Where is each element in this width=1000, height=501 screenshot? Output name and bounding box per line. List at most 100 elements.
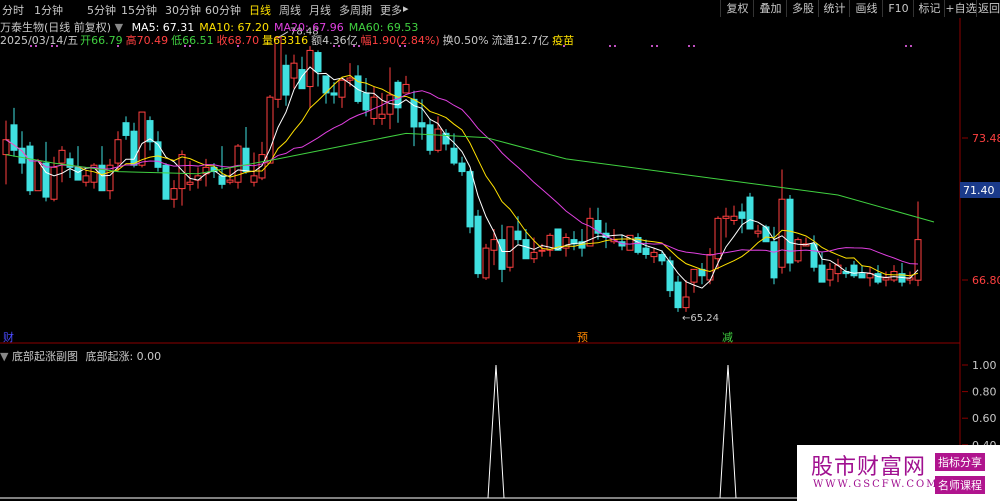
candle-body xyxy=(418,122,426,128)
indicator-value: 底部起涨: 0.00 xyxy=(85,350,162,363)
candle-body xyxy=(738,211,746,219)
candle-body xyxy=(490,239,498,251)
candle-body xyxy=(114,139,122,164)
more-arrow-icon[interactable]: ▸ xyxy=(403,2,409,15)
toolbar-button[interactable]: +自选 xyxy=(944,0,977,17)
candle-body xyxy=(642,247,650,255)
price-axis-label: 66.80 xyxy=(972,274,1000,287)
candle-body xyxy=(314,52,322,73)
candle-body xyxy=(722,215,730,219)
quote-field: 疫苗 xyxy=(552,34,575,47)
candle-body xyxy=(690,268,698,283)
period-tab[interactable]: 分时 xyxy=(2,2,24,18)
event-dot xyxy=(905,45,907,47)
candle-body xyxy=(482,247,490,279)
candle-body xyxy=(386,94,394,115)
quote-field: 低66.51 xyxy=(171,34,214,47)
candle-body xyxy=(450,147,458,164)
watermark-url: WWW.GSCFW.COM xyxy=(813,479,939,490)
watermark-title: 股市财富网 xyxy=(811,455,927,480)
toolbar-button[interactable]: 复权 xyxy=(720,0,754,17)
candle-body xyxy=(218,175,226,185)
period-tab[interactable]: 多周期 xyxy=(339,2,372,18)
event-dot xyxy=(910,45,912,47)
candle-body xyxy=(818,264,826,283)
candle-body xyxy=(474,215,482,275)
candle-body xyxy=(82,175,90,183)
event-dot xyxy=(651,45,653,47)
candle-body xyxy=(138,111,146,166)
candle-body xyxy=(346,77,354,81)
quote-field: 收68.70 xyxy=(216,34,260,47)
candle-body xyxy=(50,166,58,200)
event-marker: 财 xyxy=(3,330,14,344)
low-label: ←65.24 xyxy=(682,313,719,324)
candle-body xyxy=(834,264,842,275)
candle-body xyxy=(338,79,346,98)
quote-field: 高70.49 xyxy=(125,34,169,47)
candle-body xyxy=(658,253,666,262)
candle-body xyxy=(530,251,538,260)
quote-field: 开66.79 xyxy=(80,34,123,47)
candle-body xyxy=(74,166,82,181)
candle-body xyxy=(242,147,250,173)
event-dot xyxy=(609,45,611,47)
candle-body xyxy=(34,160,42,192)
candle-body xyxy=(674,281,682,309)
candle-body xyxy=(650,251,658,258)
candle-body xyxy=(730,215,738,221)
kline-chart[interactable]: 73.4871.4066.8078.48←65.24财预减1.000.800.6… xyxy=(0,18,1000,501)
toolbar-button[interactable]: 多股 xyxy=(786,0,819,17)
watermark-tag-1: 指标分享 xyxy=(935,453,985,471)
candle-body xyxy=(826,268,834,281)
candle-body xyxy=(42,162,50,198)
period-tab[interactable]: 1分钟 xyxy=(34,2,63,18)
quote-field: 2025/03/14/五 xyxy=(0,34,79,47)
indicator-axis-label: 0.80 xyxy=(972,386,997,399)
collapse-icon[interactable]: ▼ xyxy=(0,350,8,363)
candle-body xyxy=(378,113,386,119)
candle-body xyxy=(186,181,194,185)
period-tab[interactable]: 5分钟 xyxy=(87,2,116,18)
quote-info: 2025/03/14/五 开66.79 高70.49 低66.51 收68.70 量633… xyxy=(0,32,577,48)
event-marker: 预 xyxy=(577,331,588,344)
toolbar-button[interactable]: F10 xyxy=(882,0,914,17)
candle-body xyxy=(434,128,442,151)
period-tab[interactable]: 日线 xyxy=(249,2,271,18)
price-axis-label: 71.40 xyxy=(963,184,995,197)
candle-body xyxy=(258,154,266,179)
candle-body xyxy=(458,162,466,173)
period-tab[interactable]: 30分钟 xyxy=(165,2,201,18)
toolbar-button[interactable]: 统计 xyxy=(818,0,850,17)
quote-field: 幅1.90(2.84%) xyxy=(360,34,440,47)
period-tab[interactable]: 60分钟 xyxy=(205,2,241,18)
period-tab[interactable]: 周线 xyxy=(279,2,301,18)
candle-body xyxy=(250,175,258,183)
toolbar-button[interactable]: 返回 xyxy=(976,0,1000,17)
candle-body xyxy=(506,226,514,268)
candle-body xyxy=(234,145,242,183)
candle-body xyxy=(362,92,370,111)
candle-body xyxy=(58,149,66,164)
candle-body xyxy=(682,296,690,309)
candle-body xyxy=(178,154,186,190)
event-marker: 减 xyxy=(722,331,733,344)
period-tab[interactable]: 月线 xyxy=(309,2,331,18)
toolbar-button[interactable]: 标记 xyxy=(913,0,945,17)
candle-body xyxy=(226,179,234,183)
toolbar-button[interactable]: 画线 xyxy=(849,0,883,17)
candle-body xyxy=(154,141,162,168)
candle-body xyxy=(282,64,290,96)
candle-body xyxy=(762,226,770,243)
candle-body xyxy=(2,139,10,156)
toolbar-button[interactable]: 叠加 xyxy=(753,0,787,17)
candle-body xyxy=(586,217,594,247)
candle-body xyxy=(466,171,474,228)
indicator-spike xyxy=(719,364,737,499)
price-axis-label: 73.48 xyxy=(972,132,1000,145)
candle-body xyxy=(170,188,178,200)
period-tab[interactable]: 15分钟 xyxy=(121,2,157,18)
candle-body xyxy=(522,239,530,260)
candle-body xyxy=(874,273,882,283)
period-tab[interactable]: 更多 xyxy=(380,2,402,18)
